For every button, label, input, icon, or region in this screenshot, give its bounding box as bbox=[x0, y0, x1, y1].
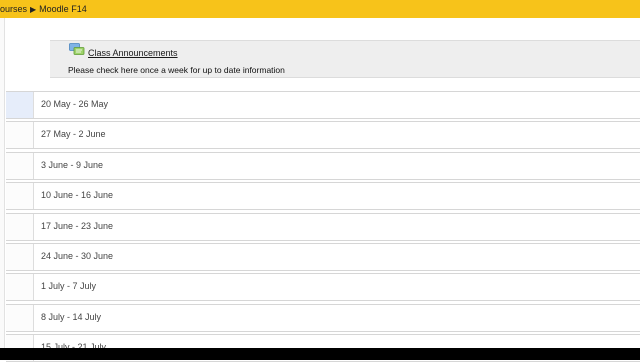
week-side-marker bbox=[6, 122, 34, 148]
breadcrumb-courses[interactable]: ourses bbox=[0, 4, 27, 14]
week-side-marker bbox=[6, 92, 34, 118]
week-section: 1 July - 7 July bbox=[6, 273, 640, 301]
breadcrumb-separator-icon: ▶ bbox=[30, 4, 37, 14]
bottom-bar bbox=[0, 348, 640, 360]
week-section: 8 July - 14 July bbox=[6, 304, 640, 332]
page-left-edge bbox=[0, 18, 5, 348]
week-section: 24 June - 30 June bbox=[6, 243, 640, 271]
week-title: 3 June - 9 June bbox=[41, 160, 104, 170]
week-title: 17 June - 23 June bbox=[41, 221, 114, 231]
week-title: 27 May - 2 June bbox=[41, 129, 106, 139]
class-announcements-link[interactable]: Class Announcements bbox=[88, 48, 178, 58]
week-side-marker bbox=[6, 305, 34, 331]
week-title: 8 July - 14 July bbox=[41, 312, 102, 322]
week-section: 20 May - 26 May bbox=[6, 91, 640, 119]
week-section: 10 June - 16 June bbox=[6, 182, 640, 210]
week-section: 27 May - 2 June bbox=[6, 121, 640, 149]
breadcrumb-course[interactable]: Moodle F14 bbox=[39, 4, 87, 14]
week-title: 1 July - 7 July bbox=[41, 281, 97, 291]
week-section: 3 June - 9 June bbox=[6, 152, 640, 180]
breadcrumb: ourses ▶ Moodle F14 bbox=[0, 0, 640, 18]
week-section: 17 June - 23 June bbox=[6, 213, 640, 241]
week-side-marker bbox=[6, 274, 34, 300]
week-title: 10 June - 16 June bbox=[41, 190, 114, 200]
forum-icon bbox=[69, 43, 85, 55]
week-title: 20 May - 26 May bbox=[41, 99, 109, 109]
week-side-marker bbox=[6, 153, 34, 179]
week-side-marker bbox=[6, 183, 34, 209]
week-side-marker bbox=[6, 214, 34, 240]
announcement-section: Class Announcements Please check here on… bbox=[50, 40, 640, 78]
week-title: 24 June - 30 June bbox=[41, 251, 114, 261]
announcement-description: Please check here once a week for up to … bbox=[68, 65, 285, 75]
week-side-marker bbox=[6, 244, 34, 270]
